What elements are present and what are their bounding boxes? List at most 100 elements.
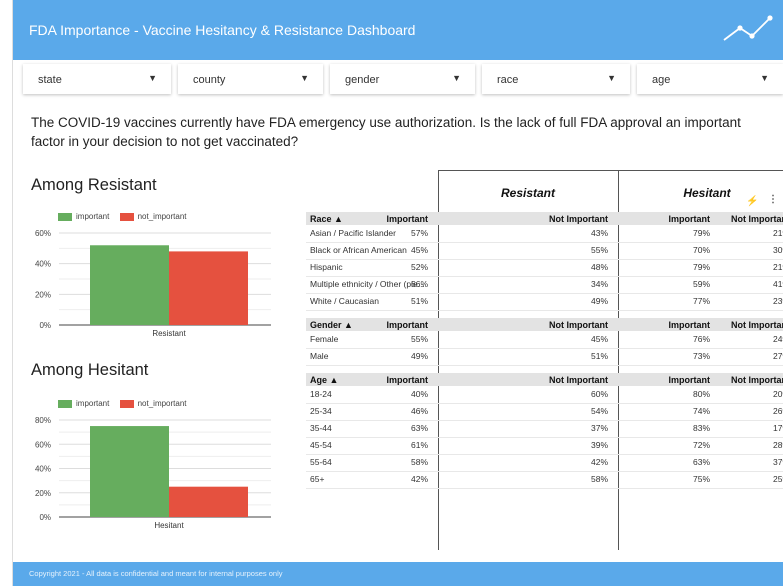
legend-swatch-important — [58, 399, 72, 408]
value-cell: 43% — [590, 228, 608, 238]
row-label: Male — [310, 351, 329, 361]
value-cell: 45% — [590, 334, 608, 344]
col-header-not-important: Not Important — [731, 214, 783, 224]
row-label: Asian / Pacific Islander — [310, 228, 396, 238]
value-cell: 72% — [692, 440, 710, 450]
chart-legend-resistant: important not_important — [58, 212, 187, 221]
value-cell: 49% — [410, 351, 428, 361]
value-cell: 21% — [772, 228, 783, 238]
filter-label: race — [497, 74, 519, 86]
value-cell: 79% — [692, 262, 710, 272]
copyright-text: Copyright 2021 - All data is confidentia… — [29, 569, 283, 578]
bar-not-important — [169, 486, 248, 517]
legend-label: important — [76, 399, 110, 408]
table-row: Female 55% 45% 76% 24% — [306, 331, 783, 349]
value-cell: 66% — [410, 279, 428, 289]
dropdown-arrow-icon: ▼ — [760, 73, 769, 83]
value-cell: 30% — [772, 245, 783, 255]
value-cell: 39% — [590, 440, 608, 450]
age-filter[interactable]: age ▼ — [637, 64, 783, 94]
sort-column-header[interactable]: Gender ▲ — [310, 320, 353, 330]
value-cell: 55% — [410, 334, 428, 344]
bolt-icon[interactable]: ⚡ — [746, 196, 758, 207]
table-row: 35-44 63% 37% 83% 17% — [306, 420, 783, 438]
value-cell: 42% — [410, 474, 428, 484]
y-tick-label: 20% — [35, 489, 51, 498]
more-options-icon[interactable]: ⋮ — [768, 194, 778, 205]
value-cell: 59% — [692, 279, 710, 289]
value-cell: 45% — [410, 245, 428, 255]
chart-legend-hesitant: important not_important — [58, 399, 187, 408]
state-filter[interactable]: state ▼ — [23, 64, 171, 94]
value-cell: 55% — [590, 245, 608, 255]
value-cell: 37% — [772, 457, 783, 467]
row-label: 18-24 — [310, 389, 332, 399]
x-category-label: Resistant — [152, 329, 186, 338]
value-cell: 24% — [772, 334, 783, 344]
row-label: Black or African American — [310, 245, 407, 255]
dashboard-footer: Copyright 2021 - All data is confidentia… — [13, 562, 783, 586]
legend-swatch-not-important — [119, 212, 134, 221]
race-filter[interactable]: race ▼ — [482, 64, 630, 94]
value-cell: 34% — [590, 279, 608, 289]
col-header-important: Important — [386, 375, 429, 385]
county-filter[interactable]: county ▼ — [178, 64, 323, 94]
table-section-header[interactable]: Age ▲ Important Not Important Important Not … — [306, 373, 783, 386]
sort-column-header[interactable]: Race ▲ — [310, 214, 343, 224]
y-tick-label: 40% — [35, 260, 51, 269]
row-label: 65+ — [310, 474, 325, 484]
legend-label: important — [76, 212, 110, 221]
value-cell: 51% — [410, 296, 428, 306]
survey-question: The COVID-19 vaccines currently have FDA… — [31, 115, 741, 149]
col-header-not-important: Not Important — [731, 375, 783, 385]
sort-column-header[interactable]: Age ▲ — [310, 375, 338, 385]
table-row: Multiple ethnicity / Other (ple... 66% 34%… — [306, 276, 783, 294]
y-tick-label: 0% — [39, 513, 51, 522]
y-tick-label: 60% — [35, 229, 51, 238]
breakdown-table: Resistant Hesitant ⚡ ⋮ Race ▲ Important No… — [306, 170, 783, 550]
dashboard-header: FDA Importance - Vaccine Hesitancy & Res… — [13, 0, 783, 60]
filter-label: age — [652, 74, 671, 86]
x-category-label: Hesitant — [154, 521, 184, 530]
row-label: 55-64 — [310, 457, 332, 467]
value-cell: 28% — [772, 440, 783, 450]
line-chart-icon — [723, 15, 773, 41]
table-row: Male 49% 51% 73% 27% — [306, 348, 783, 366]
value-cell: 77% — [692, 296, 710, 306]
legend-label: not_important — [137, 212, 187, 221]
value-cell: 75% — [692, 474, 710, 484]
table-row: 55-64 58% 42% 63% 37% — [306, 454, 783, 472]
table-row: 65+ 42% 58% 75% 25% — [306, 471, 783, 489]
table-row: Black or African American45% 55% 70% 30% — [306, 242, 783, 260]
table-row: 25-34 46% 54% 74% 26% — [306, 403, 783, 421]
y-tick-label: 40% — [35, 465, 51, 474]
value-cell: 73% — [692, 351, 710, 361]
dropdown-arrow-icon: ▼ — [148, 73, 157, 83]
value-cell: 48% — [590, 262, 608, 272]
value-cell: 49% — [590, 296, 608, 306]
table-section-header[interactable]: Gender ▲ Important Not Important Important N… — [306, 318, 783, 331]
value-cell: 21% — [772, 262, 783, 272]
row-label: 35-44 — [310, 423, 332, 433]
row-label: 25-34 — [310, 406, 332, 416]
value-cell: 80% — [692, 389, 710, 399]
table-section-header[interactable]: Race ▲ Important Not Important Important Not… — [306, 212, 783, 225]
resistant-bar-chart: 0% 20% 40% 60% Resistant — [35, 229, 271, 338]
chart-title-hesitant: Among Hesitant — [31, 361, 149, 379]
value-cell: 54% — [590, 406, 608, 416]
y-tick-label: 60% — [35, 440, 51, 449]
value-cell: 17% — [772, 423, 783, 433]
bar-important — [90, 426, 169, 517]
filter-label: gender — [345, 74, 380, 86]
gender-filter[interactable]: gender ▼ — [330, 64, 475, 94]
value-cell: 40% — [410, 389, 428, 399]
value-cell: 63% — [410, 423, 428, 433]
y-tick-label: 80% — [35, 416, 51, 425]
hesitant-bar-chart: 0% 20% 40% 60% 80% Hesitant — [35, 416, 271, 530]
dashboard-frame: FDA Importance - Vaccine Hesitancy & Res… — [12, 0, 783, 586]
y-tick-label: 20% — [35, 290, 51, 299]
value-cell: 57% — [410, 228, 428, 238]
row-label: Hispanic — [310, 262, 343, 272]
filter-label: county — [193, 74, 226, 86]
dropdown-arrow-icon: ▼ — [452, 73, 461, 83]
